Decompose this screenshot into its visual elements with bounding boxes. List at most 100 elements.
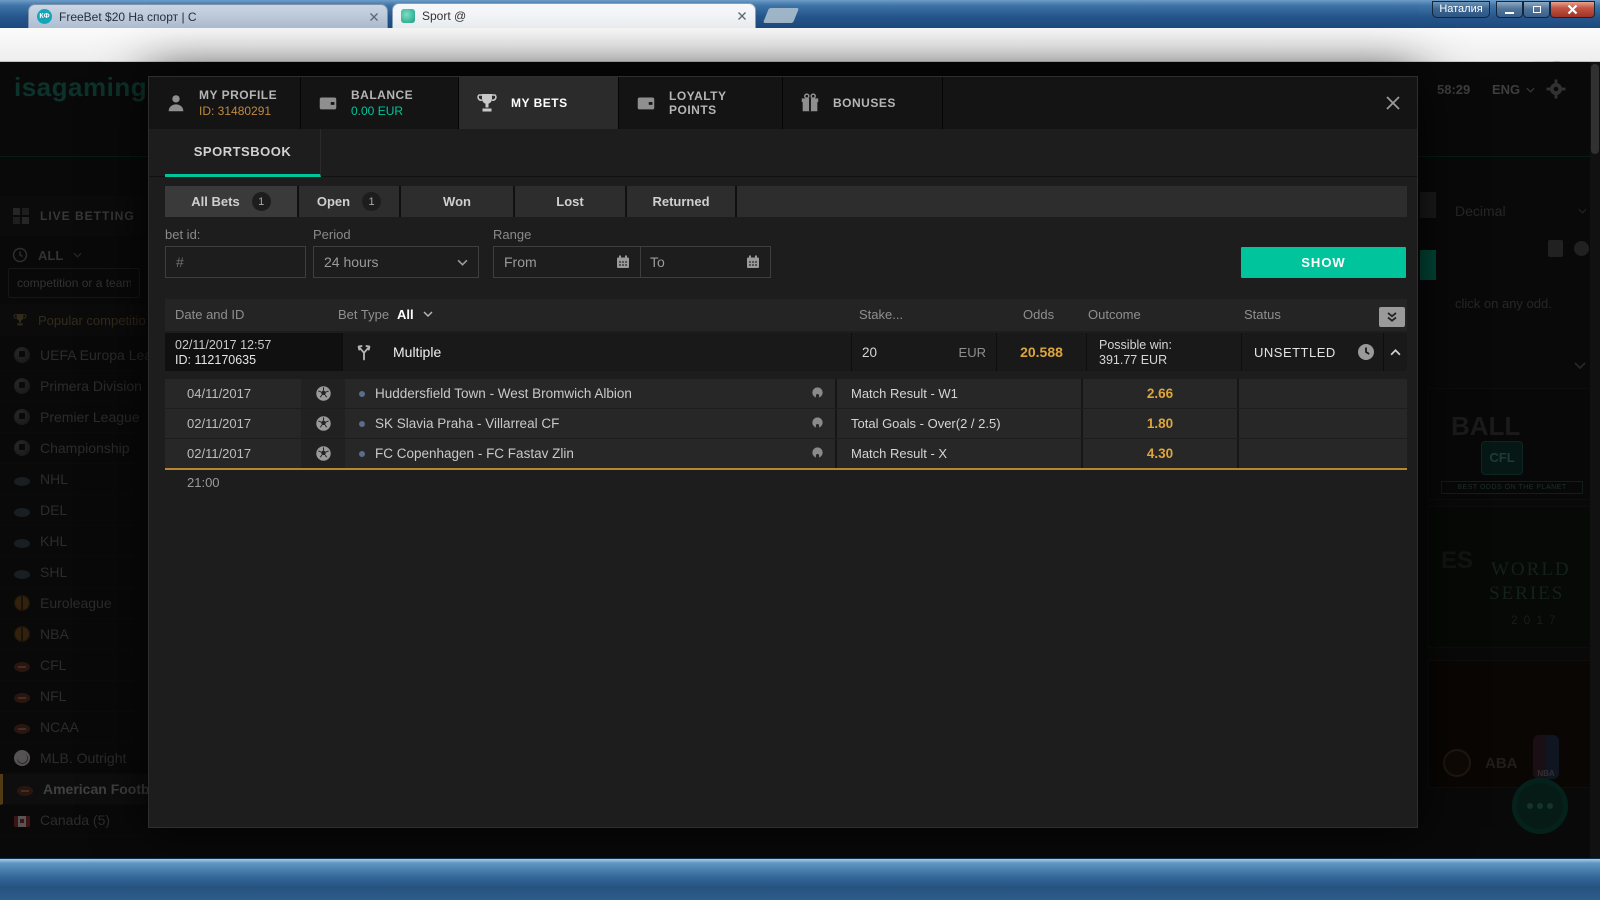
tab-label: MY BETS	[511, 96, 568, 110]
leg-date: 02/11/2017	[187, 446, 252, 461]
soccer-ball-icon	[301, 379, 345, 408]
new-tab-button[interactable]	[762, 8, 800, 23]
tab-close-icon[interactable]	[369, 12, 379, 22]
bet-outcome-cell: Possible win: 391.77 EUR	[1086, 333, 1241, 371]
gift-icon	[799, 92, 821, 114]
browser-tab-sport[interactable]: Sport @	[392, 3, 756, 28]
close-icon	[1386, 96, 1400, 110]
bet-leg-row[interactable]: 02/11/2017 SK Slavia Praha - Villarreal …	[165, 409, 1407, 438]
bet-id-label: bet id:	[165, 227, 201, 242]
stake-currency: EUR	[958, 344, 986, 360]
lock-icon	[810, 386, 825, 401]
stake-value: 20	[862, 344, 878, 360]
pending-clock-icon	[1357, 343, 1375, 361]
leg-outcome: Total Goals - Over(2 / 2.5)	[835, 409, 1081, 438]
expand-all-button[interactable]	[1379, 307, 1405, 327]
col-outcome: Outcome	[1088, 307, 1141, 322]
count-badge: 1	[251, 192, 271, 211]
wallet-icon	[317, 92, 339, 114]
period-value: 24 hours	[324, 254, 379, 270]
match-name: Huddersfield Town - West Bromwich Albion	[375, 386, 632, 401]
bet-id-input[interactable]	[165, 246, 306, 278]
window-restore-button[interactable]	[1523, 1, 1550, 18]
tab-label: LOYALTY POINTS	[669, 89, 727, 117]
bet-id: ID: 112170635	[175, 352, 257, 367]
tab-close-icon[interactable]	[737, 11, 747, 21]
tab-title: Sport @	[422, 9, 467, 23]
chevron-up-icon	[1390, 348, 1401, 355]
bet-leg-row[interactable]: 04/11/2017 Huddersfield Town - West Brom…	[165, 379, 1407, 408]
status-badge: UNSETTLED	[1254, 344, 1336, 360]
col-status: Status	[1244, 307, 1281, 322]
chevron-down-icon	[457, 259, 468, 266]
card-icon	[635, 92, 657, 114]
possible-win-value: 391.77 EUR	[1099, 352, 1168, 367]
bullet-icon	[359, 450, 365, 457]
col-date-id: Date and ID	[175, 307, 245, 322]
bet-row[interactable]: 02/11/2017 12:57 ID: 112170635 Multiple …	[165, 333, 1407, 371]
screen: КФ FreeBet $20 На спорт | С Sport @ Ната…	[0, 0, 1600, 900]
tab-my-profile[interactable]: MY PROFILE ID: 31480291	[149, 77, 301, 129]
count-badge: 1	[362, 192, 382, 211]
filter-tab-all-bets[interactable]: All Bets 1	[165, 186, 297, 217]
freebet-favicon: КФ	[37, 9, 52, 24]
tab-title: FreeBet $20 На спорт | С	[59, 9, 197, 24]
kickoff-time: 21:00	[187, 475, 220, 490]
browser-tab-freebet[interactable]: КФ FreeBet $20 На спорт | С	[28, 4, 388, 28]
leg-status-cell	[1237, 409, 1407, 438]
filter-tab-won[interactable]: Won	[401, 186, 513, 217]
filter-tabs-filler	[737, 186, 1407, 217]
leg-match-cell: SK Slavia Praha - Villarreal CF	[345, 409, 835, 438]
window-close-button[interactable]	[1550, 1, 1595, 18]
filter-tab-returned[interactable]: Returned	[627, 186, 735, 217]
bet-date: 02/11/2017 12:57	[175, 337, 272, 352]
show-button[interactable]: SHOW	[1241, 247, 1406, 278]
expanded-bet-underline	[165, 468, 1407, 470]
from-placeholder: From	[504, 254, 537, 270]
bet-type-filter[interactable]: All	[397, 307, 414, 322]
browser-toolbar: Надежный https://www.isagaming.com/#/spo…	[0, 28, 1600, 86]
leg-date: 02/11/2017	[187, 416, 252, 431]
tab-label: BONUSES	[833, 96, 896, 110]
bet-status-cell: UNSETTLED	[1241, 333, 1383, 371]
bet-stake-cell: 20 EUR	[851, 333, 996, 371]
bet-legs: 04/11/2017 Huddersfield Town - West Brom…	[165, 379, 1407, 469]
tab-bonuses[interactable]: BONUSES	[783, 77, 943, 129]
leg-odds: 4.30	[1081, 439, 1237, 468]
modal-close-button[interactable]	[1381, 91, 1405, 115]
date-from-input[interactable]: From	[493, 246, 641, 278]
bet-leg-row[interactable]: 02/11/2017 FC Copenhagen - FC Fastav Zli…	[165, 439, 1407, 468]
account-tabs: MY PROFILE ID: 31480291 BALANCE 0.00 EUR…	[149, 77, 1417, 129]
filter-tab-lost[interactable]: Lost	[515, 186, 625, 217]
period-select[interactable]: 24 hours	[313, 246, 479, 278]
leg-date: 04/11/2017	[187, 386, 252, 401]
tab-loyalty-points[interactable]: LOYALTY POINTS	[619, 77, 783, 129]
collapse-button[interactable]	[1383, 333, 1407, 371]
window-titlebar: КФ FreeBet $20 На спорт | С Sport @ Ната…	[0, 0, 1600, 28]
tab-my-bets[interactable]: MY BETS	[459, 77, 619, 129]
tab-sportsbook[interactable]: SPORTSBOOK	[165, 129, 321, 177]
balance-amount: 0.00 EUR	[351, 104, 404, 118]
filter-tab-open[interactable]: Open 1	[299, 186, 399, 217]
lock-icon	[810, 416, 825, 431]
profile-id: ID: 31480291	[199, 104, 272, 118]
chrome-profile-button[interactable]: Наталия	[1432, 1, 1490, 18]
lock-icon	[810, 446, 825, 461]
bet-date-cell: 02/11/2017 12:57 ID: 112170635	[165, 333, 341, 371]
multiple-fork-icon	[341, 333, 385, 371]
person-icon	[165, 92, 187, 114]
leg-outcome: Match Result - W1	[835, 379, 1081, 408]
double-chevron-down-icon	[1387, 312, 1397, 322]
tab-balance[interactable]: BALANCE 0.00 EUR	[301, 77, 459, 129]
leg-match-cell: Huddersfield Town - West Bromwich Albion	[345, 379, 835, 408]
bet-type-value: Multiple	[393, 344, 442, 360]
tab-label: MY PROFILE	[199, 88, 278, 102]
bullet-icon	[359, 390, 365, 397]
date-to-input[interactable]: To	[640, 246, 771, 278]
window-minimize-button[interactable]	[1496, 1, 1523, 18]
possible-win-label: Possible win:	[1099, 337, 1172, 352]
col-stake: Stake...	[859, 307, 904, 322]
bet-filter-tabs: All Bets 1 Open 1 Won Lost Returned	[165, 186, 1407, 217]
product-tabs: SPORTSBOOK	[149, 129, 1417, 177]
my-bets-modal: MY PROFILE ID: 31480291 BALANCE 0.00 EUR…	[148, 76, 1418, 828]
